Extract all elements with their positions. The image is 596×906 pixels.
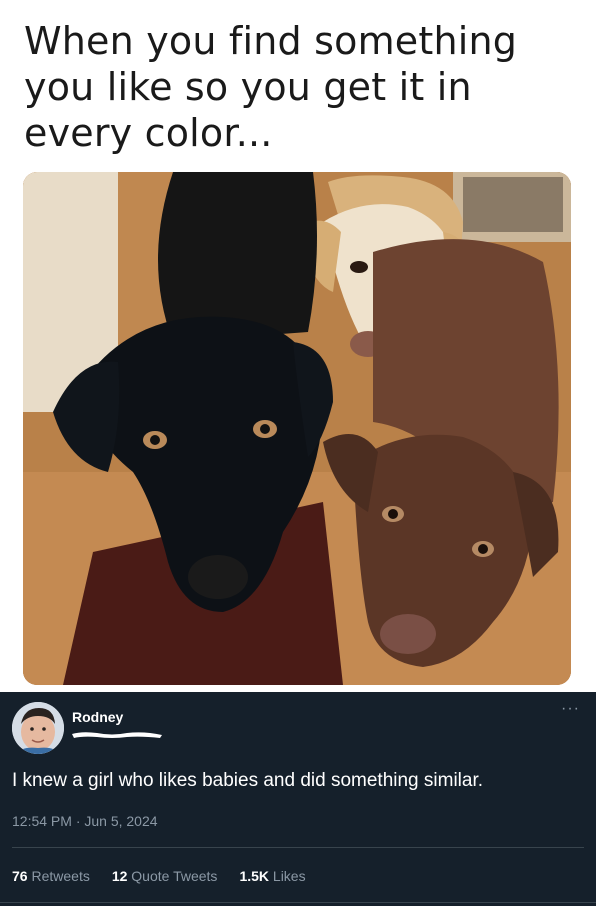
dogs-illustration bbox=[23, 172, 571, 685]
engagement-stats: 76 Retweets 12 Quote Tweets 1.5K Likes bbox=[12, 868, 306, 884]
likes-stat[interactable]: 1.5K Likes bbox=[239, 868, 305, 884]
likes-count: 1.5K bbox=[239, 868, 270, 884]
tweet-card: Rodney ··· I knew a girl who likes babie… bbox=[0, 692, 596, 906]
avatar-image bbox=[12, 702, 64, 754]
retweets-count: 76 bbox=[12, 868, 28, 884]
author-name[interactable]: Rodney bbox=[72, 709, 123, 725]
redacted-handle bbox=[72, 732, 162, 738]
quote-tweets-count: 12 bbox=[111, 868, 128, 884]
quote-tweets-stat[interactable]: 12 Quote Tweets bbox=[112, 868, 218, 884]
divider bbox=[12, 847, 584, 848]
more-dots-icon[interactable]: ··· bbox=[561, 701, 580, 717]
meme-caption: When you find something you like so you … bbox=[24, 19, 518, 155]
quote-tweets-label: Quote Tweets bbox=[131, 868, 218, 884]
avatar[interactable] bbox=[12, 702, 64, 754]
retweets-label: Retweets bbox=[31, 868, 90, 884]
divider-bottom bbox=[0, 902, 596, 903]
tweet-timestamp[interactable]: 12:54 PM · Jun 5, 2024 bbox=[12, 813, 158, 829]
likes-label: Likes bbox=[272, 868, 306, 884]
meme-image: When you find something you like so you … bbox=[0, 0, 596, 692]
retweets-stat[interactable]: 76 Retweets bbox=[12, 868, 90, 884]
tweet-text: I knew a girl who likes babies and did s… bbox=[12, 770, 484, 791]
dogs-photo bbox=[23, 172, 571, 685]
